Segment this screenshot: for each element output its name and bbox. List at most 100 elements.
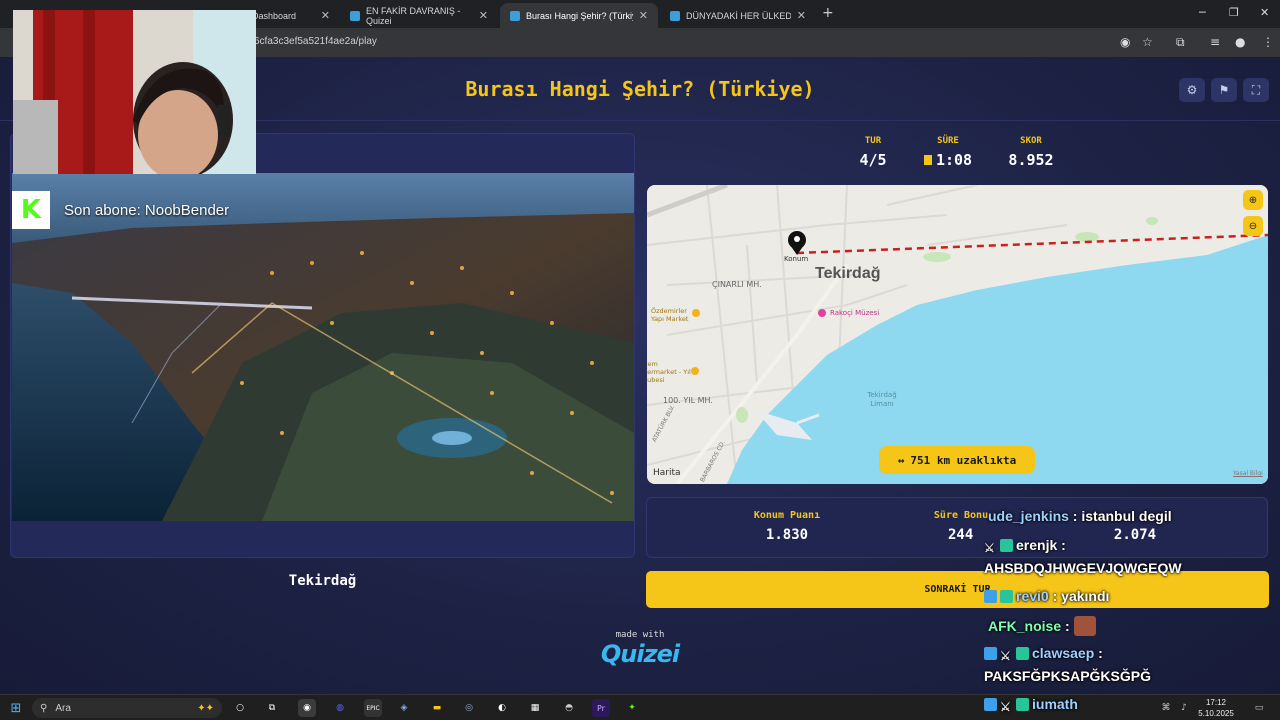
hourglass-icon <box>923 155 932 165</box>
notifications-icon[interactable]: ▭ <box>1250 699 1268 717</box>
app-icon[interactable]: ◓ <box>560 699 578 717</box>
sparkle-icon: ✦✦ <box>197 702 214 714</box>
report-flag-icon[interactable]: ⚑ <box>1211 78 1237 102</box>
made-with-badge[interactable]: made with Quizei <box>598 630 682 668</box>
total-score-value: 2.074 <box>1113 527 1157 543</box>
moderator-badge-icon <box>984 590 997 603</box>
tab-3[interactable]: EN FAKİR DAVRANIŞ - Quizei ✕ <box>340 3 498 28</box>
sub-alert-text: Son abone: NoobBender <box>64 201 230 219</box>
tab-label: EN FAKİR DAVRANIŞ - Quizei <box>366 5 461 26</box>
sword-badge-icon: ⚔ <box>1000 700 1011 714</box>
chat-message: ⚔ iumath <box>984 696 1078 714</box>
tab-favicon-icon <box>510 10 520 21</box>
chat-message: ⚔ clawsaep : <box>984 645 1103 663</box>
chat-message: ⚔ erenjk : <box>984 537 1066 555</box>
map-attribution: Harita <box>653 468 681 478</box>
chrome-icon[interactable]: ◉ <box>298 699 316 717</box>
time-stat: SÜRE 1:08 <box>916 136 980 169</box>
network-icon[interactable]: ⌘ <box>1157 699 1175 717</box>
sword-badge-icon: ⚔ <box>1000 649 1011 663</box>
star-icon[interactable]: ☆ <box>1142 35 1153 49</box>
quizei-logo: Quizei <box>600 640 680 668</box>
store-poi-icon <box>692 309 700 317</box>
distance-badge: ↔ 751 km uzaklıkta <box>879 446 1035 474</box>
app-grid-icon[interactable]: ▦ <box>526 699 544 717</box>
tab-label: Burası Hangi Şehir? (Türkiye) - Q <box>526 10 633 21</box>
sword-badge-icon: ⚔ <box>984 541 995 555</box>
discord-icon[interactable]: ◍ <box>331 699 349 717</box>
system-clock[interactable]: 17:12 5.10.2025 <box>1194 697 1238 719</box>
close-icon[interactable]: ✕ <box>797 9 806 22</box>
round-value: 4/5 <box>859 151 887 169</box>
tab-5[interactable]: DÜNYADAKİ HER ÜLKEDEN BİR ✕ <box>660 3 816 28</box>
location-score-label: Konum Puanı <box>753 510 821 521</box>
volume-icon[interactable]: ♪ <box>1175 699 1193 717</box>
steam-icon[interactable]: ◎ <box>460 699 478 717</box>
url-field[interactable]: 6cfa3c3ef5a521f4ae2a/play <box>254 36 377 47</box>
museum-label: Rakoçi Müzesi <box>830 309 880 317</box>
epic-games-icon[interactable]: EPIC <box>364 699 382 717</box>
extensions-icon[interactable]: ⧉ <box>1176 35 1185 50</box>
search-icon: ⚲ <box>40 702 48 714</box>
app-icon[interactable]: ◈ <box>395 699 413 717</box>
chat-message: AFK_noise : <box>988 616 1096 636</box>
pin-label: Konum <box>784 255 809 263</box>
close-icon[interactable]: ✕ <box>479 9 488 22</box>
sub-badge-icon <box>1016 647 1029 660</box>
map-canvas <box>647 185 1268 484</box>
harbor-label: Tekirdağ Limanı <box>867 391 897 408</box>
round-stat: TUR 4/5 <box>848 136 898 169</box>
tab-favicon-icon <box>350 10 360 21</box>
district-label-1: ÇINARLI MH. <box>712 280 762 289</box>
windows-taskbar: ⊞ ⚲ Ara ✦✦ ○ ⧉ ◉ ◍ EPIC ◈ ▬ ◎ ◐ ▦ ◓ Pr ✦… <box>0 694 1280 720</box>
chat-username: AFK_noise <box>988 618 1062 634</box>
sub-badge-icon <box>1016 698 1029 711</box>
chat-username: iumath <box>1032 696 1078 712</box>
fullscreen-icon[interactable]: ⛶ <box>1243 78 1269 102</box>
zoom-out-icon[interactable]: ⊖ <box>1243 216 1263 236</box>
clock-date: 5.10.2025 <box>1198 709 1234 718</box>
menu-icon[interactable]: ⋮ <box>1262 35 1274 49</box>
result-map[interactable]: Konum Tekirdağ ÇINARLI MH. 100. YIL MH. … <box>647 185 1268 484</box>
location-score: Konum Puanı 1.830 <box>735 510 839 543</box>
sub-badge-icon <box>1000 539 1013 552</box>
poi-label-1: Özdemirler Yapı Market <box>651 307 689 323</box>
chat-emote-image <box>1073 616 1096 636</box>
taskbar-search[interactable]: ⚲ Ara ✦✦ <box>32 698 222 718</box>
distance-text: 751 km uzaklıkta <box>910 453 1017 467</box>
legal-link[interactable]: Yasal Bilgi <box>1233 470 1263 477</box>
museum-poi-icon <box>818 309 826 317</box>
app-icon[interactable]: ✦ <box>623 699 641 717</box>
streamer-webcam-image <box>13 10 256 174</box>
score-value: 8.952 <box>1008 151 1054 169</box>
chat-message: ude_jenkins : istanbul degil <box>988 508 1172 524</box>
location-score-value: 1.830 <box>765 527 809 543</box>
answer-city-label: Tekirdağ <box>288 573 357 589</box>
premiere-pro-icon[interactable]: Pr <box>592 699 610 717</box>
restore-icon[interactable]: ❐ <box>1229 6 1239 19</box>
close-icon[interactable]: ✕ <box>321 9 330 22</box>
chat-username: revi0 <box>1016 588 1049 604</box>
eye-slash-icon[interactable]: ◉ <box>1120 35 1130 49</box>
tab-favicon-icon <box>670 10 680 21</box>
windows-start-icon[interactable]: ⊞ <box>7 699 25 717</box>
new-tab-icon[interactable]: + <box>822 5 834 21</box>
media-icon[interactable]: ≡ <box>1210 35 1220 49</box>
settings-gear-icon[interactable]: ⚙ <box>1179 78 1205 102</box>
zoom-in-icon[interactable]: ⊕ <box>1243 190 1263 210</box>
minimize-icon[interactable]: ─ <box>1199 6 1206 19</box>
close-window-icon[interactable]: ✕ <box>1260 6 1269 19</box>
tab-4[interactable]: Burası Hangi Şehir? (Türkiye) - Q ✕ <box>500 3 658 28</box>
task-view-icon[interactable]: ⧉ <box>263 699 281 717</box>
file-explorer-icon[interactable]: ▬ <box>428 699 446 717</box>
search-placeholder: Ara <box>55 702 71 714</box>
webcam-overlay <box>13 10 256 174</box>
next-round-button[interactable]: SONRAKİ TUR <box>646 571 1269 608</box>
moderator-badge-icon <box>984 698 997 711</box>
moderator-badge-icon <box>984 647 997 660</box>
chat-text: PAKSFĞPKSAPĞKSĞPĞ <box>984 668 1151 684</box>
close-icon[interactable]: ✕ <box>639 9 648 22</box>
cortana-icon[interactable]: ○ <box>231 699 249 717</box>
profile-avatar-icon[interactable]: ● <box>1235 35 1245 49</box>
obs-icon[interactable]: ◐ <box>493 699 511 717</box>
